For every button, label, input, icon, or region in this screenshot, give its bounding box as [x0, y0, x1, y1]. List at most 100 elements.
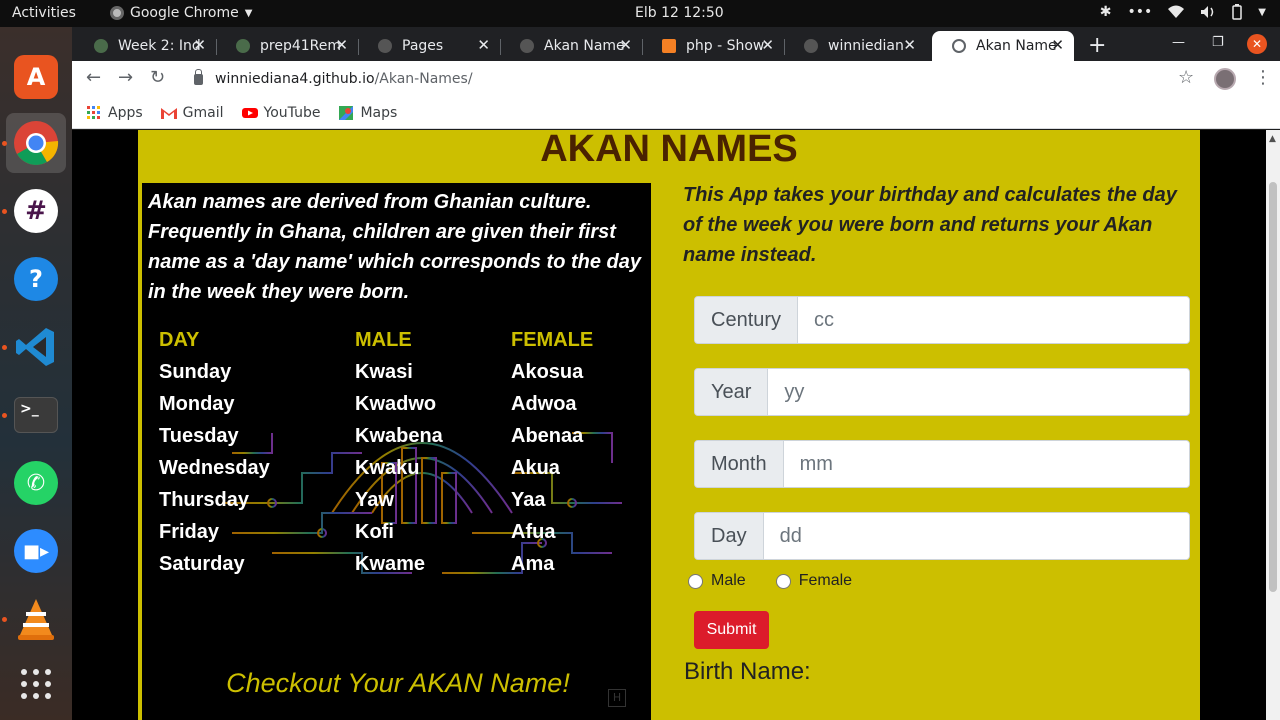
- github-favicon-icon: [804, 39, 818, 53]
- dock-zoom[interactable]: ■▸: [6, 521, 66, 581]
- slack-icon: #: [14, 189, 58, 233]
- vscode-icon: [16, 328, 54, 366]
- chrome-toolbar: ← → ↻ winniediana4.github.io /Akan-Names…: [72, 61, 1280, 97]
- reload-button[interactable]: ↻: [150, 67, 165, 88]
- maximize-window-button[interactable]: ❐: [1212, 35, 1224, 50]
- dock-slack[interactable]: #: [6, 181, 66, 241]
- tab-close-icon[interactable]: ✕: [1051, 36, 1064, 54]
- submit-button[interactable]: Submit: [694, 611, 769, 649]
- running-indicator: [2, 413, 7, 418]
- tab-favicon-icon: [236, 39, 250, 53]
- bookmark-apps[interactable]: Apps: [86, 105, 143, 121]
- dock-show-apps[interactable]: [6, 654, 66, 714]
- wifi-icon: [1168, 5, 1185, 18]
- browser-tab-active[interactable]: Akan Name ✕: [932, 31, 1074, 61]
- github-favicon-icon: [378, 39, 392, 53]
- century-input[interactable]: [798, 297, 1189, 343]
- year-label: Year: [695, 369, 769, 415]
- bookmark-label: Gmail: [182, 104, 224, 121]
- bookmarks-bar: Apps Gmail YouTube Maps: [72, 97, 1280, 129]
- more-tray-icon[interactable]: •••: [1128, 4, 1153, 20]
- checkout-heading: Checkout Your AKAN Name!: [226, 668, 570, 698]
- dock-help[interactable]: ?: [6, 249, 66, 309]
- dock-vlc[interactable]: [6, 589, 66, 649]
- forward-button[interactable]: →: [118, 67, 133, 88]
- male-radio-label[interactable]: Male: [711, 572, 746, 590]
- table-cell-day: Thursday: [159, 489, 250, 511]
- app-menu[interactable]: Google Chrome ▼: [110, 5, 252, 21]
- url-host: winniediana4.github.io: [215, 71, 375, 87]
- bookmark-star-icon[interactable]: ☆: [1178, 67, 1194, 88]
- bookmark-maps[interactable]: Maps: [338, 105, 397, 121]
- dock-whatsapp[interactable]: ✆: [6, 453, 66, 513]
- bookmark-label: Apps: [108, 104, 143, 121]
- female-radio-label[interactable]: Female: [799, 572, 852, 590]
- table-cell-male: Kwabena: [355, 425, 443, 447]
- back-button[interactable]: ←: [86, 67, 101, 88]
- vlc-icon: [18, 599, 54, 640]
- table-cell-female: Akosua: [511, 361, 584, 383]
- scroll-up-arrow-icon[interactable]: ▲: [1269, 134, 1276, 144]
- browser-tab[interactable]: Pages ✕: [358, 31, 500, 61]
- clock[interactable]: Elb 12 12:50: [635, 5, 724, 21]
- activities-button[interactable]: Activities: [12, 5, 76, 21]
- app-description: This App takes your birthday and calcula…: [683, 184, 1177, 266]
- tab-close-icon[interactable]: ✕: [193, 36, 206, 54]
- tab-close-icon[interactable]: ✕: [619, 36, 632, 54]
- female-column: FEMALE Akosua Adwoa Abenaa Akua Yaa Afua…: [511, 327, 593, 583]
- table-cell-male: Kwaku: [355, 457, 420, 479]
- system-top-bar: Activities Google Chrome ▼ Elb 12 12:50 …: [0, 0, 1280, 27]
- year-input[interactable]: [768, 369, 1189, 415]
- day-input[interactable]: [763, 513, 1189, 559]
- tab-close-icon[interactable]: ✕: [477, 36, 490, 54]
- month-input[interactable]: [783, 441, 1189, 487]
- akan-info-panel: Akan names are derived from Ghanian cult…: [139, 183, 651, 720]
- tab-close-icon[interactable]: ✕: [761, 36, 774, 54]
- dock-software-center[interactable]: A: [6, 47, 66, 107]
- chrome-icon: [14, 121, 59, 165]
- female-radio[interactable]: [775, 573, 791, 589]
- male-radio[interactable]: [688, 573, 703, 589]
- year-field: Year: [694, 368, 1190, 416]
- table-cell-day: Wednesday: [159, 457, 270, 479]
- globe-favicon-icon: [952, 39, 966, 53]
- table-cell-female: Akua: [511, 457, 560, 479]
- show-apps-grid-icon: [21, 669, 51, 699]
- gmail-icon: [160, 107, 177, 119]
- browser-tab[interactable]: php - Show ✕: [642, 31, 784, 61]
- dock-vscode[interactable]: [6, 317, 66, 377]
- profile-avatar[interactable]: [1214, 68, 1236, 90]
- table-cell-day: Tuesday: [159, 425, 239, 447]
- tab-close-icon[interactable]: ✕: [335, 36, 348, 54]
- table-cell-day: Friday: [159, 521, 220, 543]
- bookmark-label: Maps: [360, 104, 398, 121]
- system-menu-caret-icon[interactable]: ▼: [1258, 7, 1266, 18]
- address-bar[interactable]: winniediana4.github.io /Akan-Names/: [180, 65, 1210, 93]
- male-column: MALE Kwasi Kwadwo Kwabena Kwaku Yaw Kofi…: [355, 327, 443, 583]
- page-scrollbar[interactable]: ▲: [1266, 130, 1280, 720]
- system-tray[interactable]: ✱ ••• ▼: [1100, 4, 1266, 20]
- chrome-icon: [110, 6, 124, 20]
- minimize-window-button[interactable]: —: [1172, 35, 1185, 50]
- bookmark-youtube[interactable]: YouTube: [241, 105, 320, 121]
- browser-tab[interactable]: Akan Name ✕: [500, 31, 642, 61]
- page-title: AKAN NAMES: [540, 130, 798, 170]
- new-tab-button[interactable]: +: [1088, 33, 1106, 58]
- table-header-female: FEMALE: [511, 329, 594, 351]
- dock-chrome[interactable]: [6, 113, 66, 173]
- close-window-button[interactable]: ✕: [1247, 34, 1267, 54]
- zoom-icon: ■▸: [14, 529, 58, 573]
- tab-title: winniedian: [828, 38, 904, 54]
- bookmark-gmail[interactable]: Gmail: [160, 104, 224, 121]
- page-container: AKAN NAMES Akan names are derived from G…: [138, 130, 1200, 720]
- scrollbar-thumb[interactable]: [1269, 182, 1277, 592]
- dock-terminal[interactable]: >_: [6, 385, 66, 445]
- table-cell-female: Yaa: [511, 489, 546, 511]
- chrome-menu-icon[interactable]: ⋮: [1254, 67, 1272, 88]
- browser-tab[interactable]: winniedian ✕: [784, 31, 926, 61]
- slack-tray-icon[interactable]: ✱: [1100, 4, 1112, 20]
- browser-tab[interactable]: prep41Rem ✕: [216, 31, 358, 61]
- tab-close-icon[interactable]: ✕: [903, 36, 916, 54]
- browser-tab[interactable]: Week 2: Ind ✕: [74, 31, 216, 61]
- table-cell-day: Monday: [159, 393, 235, 415]
